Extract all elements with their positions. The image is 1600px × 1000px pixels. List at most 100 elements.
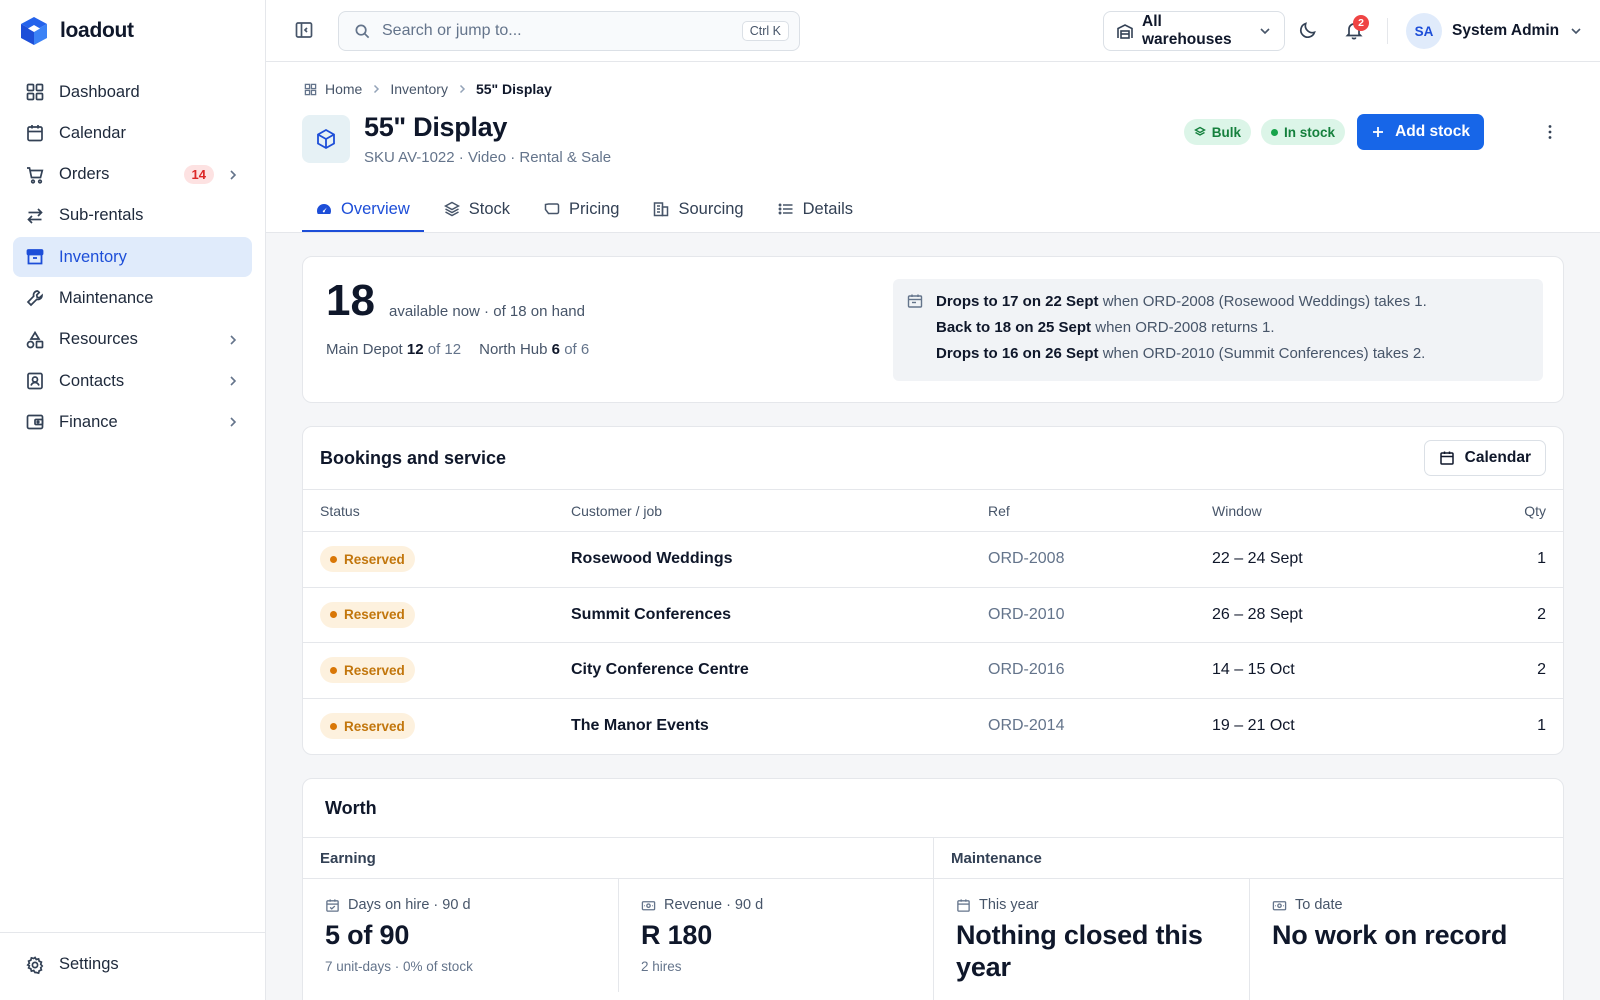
- status-dot: [330, 555, 337, 563]
- status-dot: [330, 611, 337, 619]
- tab-sourcing[interactable]: Sourcing: [639, 188, 757, 232]
- nav-item-calendar[interactable]: Calendar: [13, 113, 252, 153]
- window-cell: 26 – 28 Sept: [1212, 605, 1303, 623]
- forecast-line: Drops to 17 on 22 Sept when ORD-2008 (Ro…: [936, 291, 1527, 317]
- tab-pricing[interactable]: Pricing: [530, 188, 633, 232]
- table-row[interactable]: Reserved Summit Conferences ORD-2010 26 …: [303, 588, 1563, 643]
- tag-icon: [544, 203, 560, 215]
- location-total: of 6: [564, 341, 590, 358]
- nav-item-orders[interactable]: Orders 14: [13, 155, 252, 195]
- search-input[interactable]: [382, 22, 742, 40]
- orders-count-badge: 14: [183, 165, 214, 185]
- nav-label: Dashboard: [59, 82, 140, 101]
- tab-details[interactable]: Details: [764, 188, 867, 232]
- nav-item-sub-rentals[interactable]: Sub-rentals: [13, 196, 252, 236]
- tab-label: Overview: [341, 199, 410, 218]
- metric-label: To date: [1272, 897, 1542, 913]
- window-cell: 14 – 15 Oct: [1212, 661, 1295, 679]
- location-count: 6: [551, 341, 561, 358]
- add-stock-label: Add stock: [1395, 123, 1470, 140]
- breadcrumb: Home Inventory 55" Display: [304, 81, 552, 97]
- box-icon: [317, 128, 335, 150]
- metric-label: Days on hire · 90 d: [325, 897, 596, 913]
- days-on-hire-metric: Days on hire · 90 d 5 of 90 7 unit-days …: [303, 879, 618, 992]
- brand[interactable]: loadout: [0, 0, 265, 62]
- column-window[interactable]: Window: [1212, 503, 1486, 519]
- calendar-button-label: Calendar: [1464, 449, 1531, 466]
- availability-card: 18 available now · of 18 on hand Main De…: [302, 256, 1564, 403]
- table-header: Status Customer / job Ref Window Qty: [303, 490, 1563, 532]
- location-name: Main Depot: [326, 341, 403, 358]
- calendar-button[interactable]: Calendar: [1423, 440, 1546, 476]
- grid-icon: [304, 83, 317, 95]
- nav-item-maintenance[interactable]: Maintenance: [13, 278, 252, 318]
- breadcrumb-current: 55" Display: [475, 81, 552, 97]
- sidebar-toggle-icon[interactable]: [294, 20, 314, 40]
- forecast-date: Drops to 16 on 26 Sept: [936, 345, 1099, 362]
- ref-cell[interactable]: ORD-2010: [988, 606, 1212, 624]
- status-badge: Reserved: [320, 546, 415, 573]
- customer-cell[interactable]: Summit Conferences: [571, 606, 988, 624]
- contact-card-icon: [27, 372, 43, 390]
- metric-value: No work on record: [1272, 920, 1508, 950]
- forecast-detail: when ORD-2010 (Summit Conferences) takes…: [1098, 345, 1426, 362]
- qty-cell: 1: [1537, 717, 1546, 735]
- ref-cell[interactable]: ORD-2016: [988, 661, 1212, 679]
- more-vertical-icon[interactable]: [1540, 122, 1560, 142]
- column-status[interactable]: Status: [320, 503, 571, 519]
- earning-label: Earning: [303, 838, 933, 879]
- column-ref[interactable]: Ref: [988, 503, 1212, 519]
- revenue-metric: Revenue · 90 d R 180 2 hires: [618, 879, 933, 992]
- cube-logo-icon: [21, 17, 47, 45]
- add-stock-button[interactable]: Add stock: [1357, 114, 1484, 150]
- nav-item-inventory[interactable]: Inventory: [13, 237, 252, 278]
- metric-label-text: Revenue · 90 d: [664, 897, 764, 913]
- chevron-right-icon: [230, 376, 237, 386]
- window-cell: 19 – 21 Oct: [1212, 717, 1295, 735]
- user-menu[interactable]: SA System Admin: [1406, 13, 1583, 49]
- nav-item-contacts[interactable]: Contacts: [13, 361, 252, 401]
- chevron-right-icon: [459, 84, 466, 94]
- notification-count-badge: 2: [1353, 15, 1369, 31]
- breadcrumb-inventory[interactable]: Inventory: [390, 81, 448, 97]
- tab-overview[interactable]: Overview: [302, 188, 424, 232]
- nav-item-settings[interactable]: Settings: [13, 945, 252, 985]
- nav-item-resources[interactable]: Resources: [13, 320, 252, 360]
- metric-label-text: To date: [1295, 897, 1343, 913]
- nav-label: Finance: [59, 412, 118, 431]
- layers-icon: [443, 201, 460, 217]
- archive-icon: [26, 249, 44, 265]
- forecast-line: Drops to 16 on 26 Sept when ORD-2010 (Su…: [936, 343, 1527, 369]
- column-customer[interactable]: Customer / job: [571, 503, 988, 519]
- status-label: Reserved: [344, 551, 405, 567]
- nav-item-finance[interactable]: Finance: [13, 402, 252, 442]
- forecast-line: Back to 18 on 25 Sept when ORD-2008 retu…: [936, 317, 1527, 343]
- status-label: Reserved: [344, 662, 405, 678]
- qty-cell: 2: [1537, 661, 1546, 679]
- search-box[interactable]: Ctrl K: [338, 11, 800, 51]
- warehouse-select[interactable]: All warehouses: [1103, 11, 1285, 51]
- list-icon: [778, 203, 793, 215]
- customer-cell[interactable]: The Manor Events: [571, 717, 988, 735]
- moon-icon[interactable]: [1298, 20, 1318, 40]
- table-row[interactable]: Reserved The Manor Events ORD-2014 19 – …: [303, 699, 1563, 755]
- page-subtitle: SKU AV-1022 · Video · Rental & Sale: [364, 149, 612, 166]
- tab-stock[interactable]: Stock: [430, 188, 524, 232]
- search-icon: [355, 24, 370, 38]
- ref-cell[interactable]: ORD-2008: [988, 550, 1212, 568]
- tab-label: Sourcing: [678, 199, 744, 218]
- customer-cell[interactable]: Rosewood Weddings: [571, 550, 988, 568]
- table-row[interactable]: Reserved City Conference Centre ORD-2016…: [303, 643, 1563, 699]
- metric-label-text: This year: [979, 897, 1039, 913]
- column-qty[interactable]: Qty: [1486, 503, 1546, 519]
- customer-cell[interactable]: City Conference Centre: [571, 661, 988, 679]
- to-date-metric: To date No work on record: [1249, 879, 1563, 1000]
- layers-icon: [1193, 126, 1206, 136]
- location-north-hub: North Hub 6 of 6: [479, 341, 589, 358]
- nav-label: Contacts: [59, 371, 125, 390]
- ref-cell[interactable]: ORD-2014: [988, 717, 1212, 735]
- breadcrumb-home[interactable]: Home: [325, 81, 362, 97]
- table-row[interactable]: Reserved Rosewood Weddings ORD-2008 22 –…: [303, 532, 1563, 588]
- nav-label: Settings: [59, 955, 119, 974]
- nav-item-dashboard[interactable]: Dashboard: [13, 72, 252, 112]
